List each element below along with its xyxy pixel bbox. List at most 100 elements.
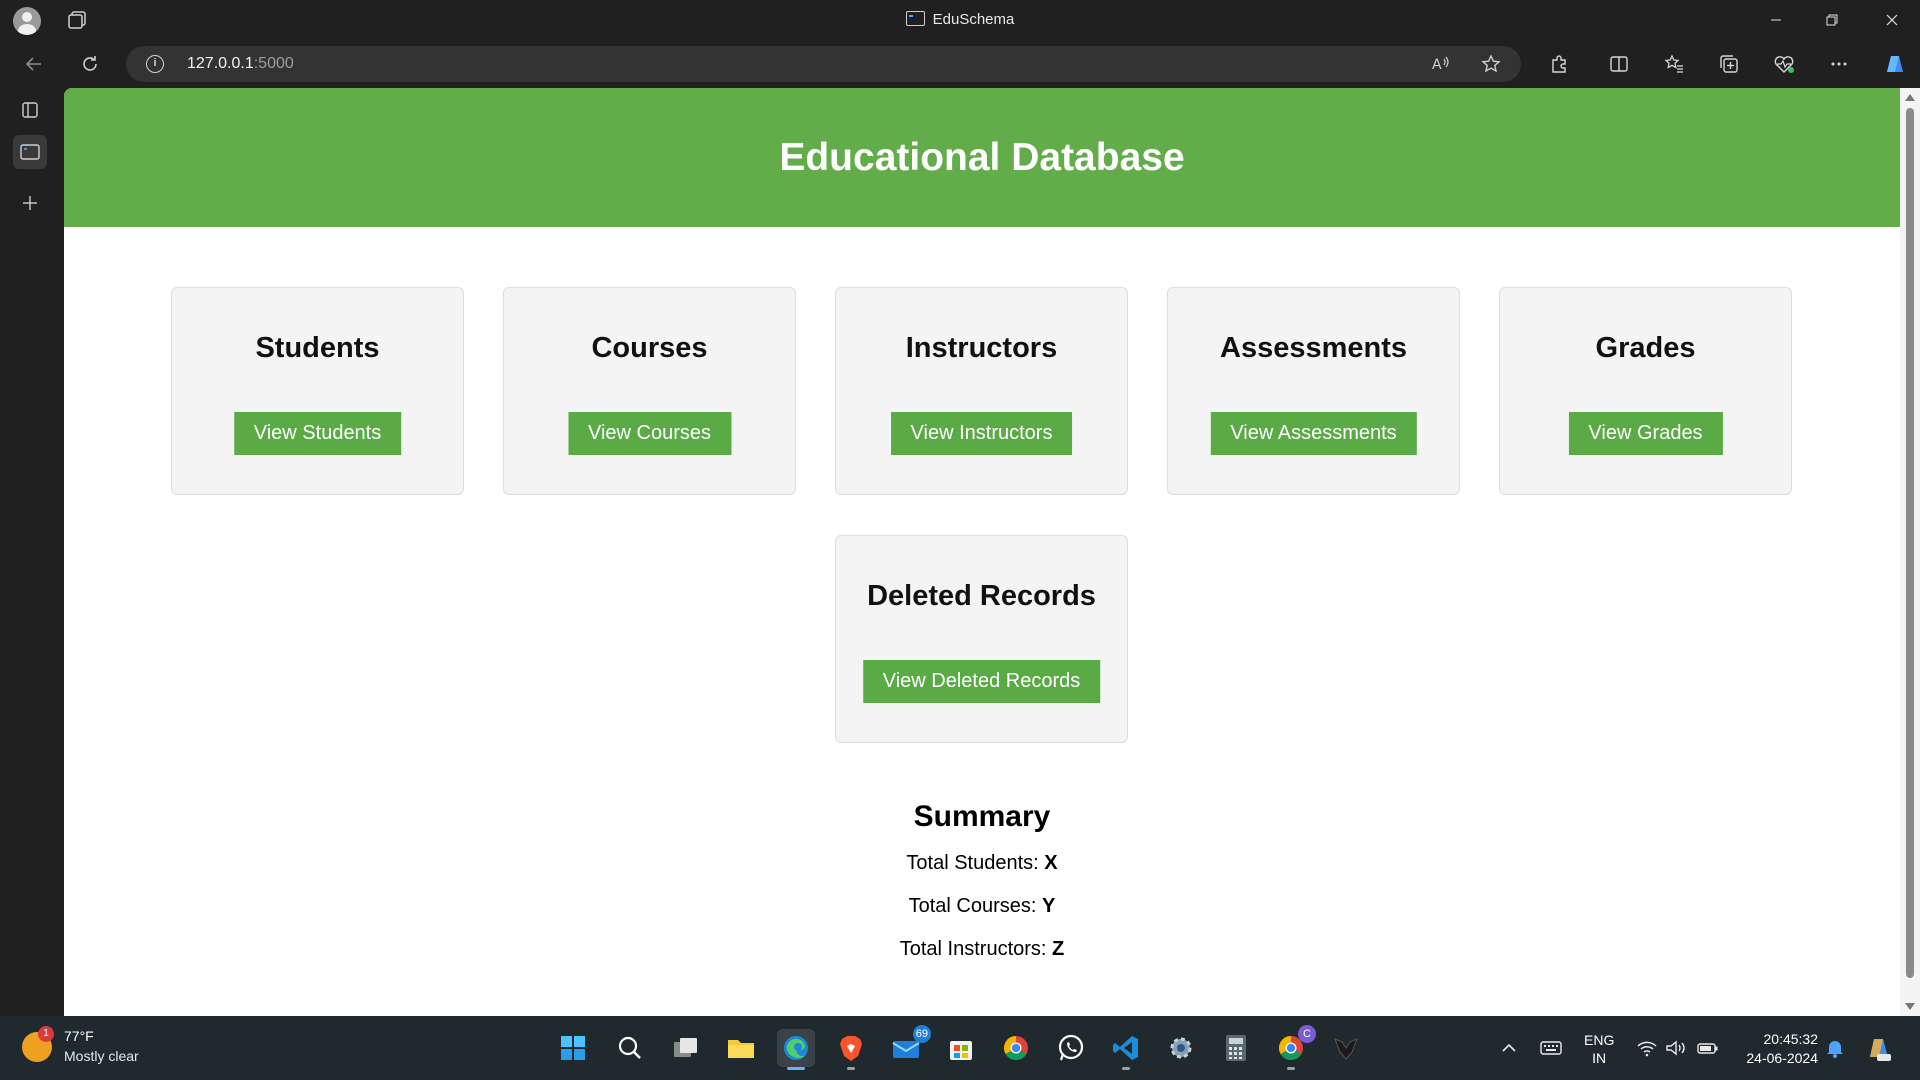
notifications-bell-icon[interactable] [1826,1016,1844,1080]
start-button[interactable] [554,1029,592,1067]
page-scrollbar[interactable] [1900,88,1920,1016]
microsoft-store-icon[interactable] [942,1029,980,1067]
battery-icon[interactable] [1697,1016,1719,1080]
edge-browser-icon[interactable] [777,1029,815,1070]
clock-time: 20:45:32 [1763,1031,1819,1047]
window-title-text: EduSchema [932,11,1015,28]
wifi-icon[interactable] [1636,1016,1658,1080]
windows-taskbar: 1 77°F Mostly clear 69 C ENG IN 20:45:32… [0,1016,1920,1080]
summary-label: Total Courses: [908,895,1043,917]
task-view-icon[interactable] [667,1029,705,1067]
window-title: EduSchema [0,11,1920,28]
view-deleted-records-button[interactable]: View Deleted Records [862,660,1101,703]
language-indicator[interactable]: ENG IN [1584,1031,1614,1067]
window-title-bar: EduSchema [0,0,1920,40]
url-host: 127.0.0.1 [187,55,254,72]
show-hidden-icons-button[interactable] [1500,1016,1518,1080]
summary-section: Summary Total Students: X Total Courses:… [64,800,1900,981]
vertical-tab-strip [0,88,64,1016]
card-grades: Grades View Grades [1499,287,1792,495]
system-clock[interactable]: 20:45:32 24-06-2024 [1746,1030,1818,1068]
url-text[interactable]: 127.0.0.1:5000 [187,55,294,73]
summary-row-instructors: Total Instructors: Z [64,938,1900,961]
weather-temperature: 77°F [64,1028,94,1044]
view-assessments-button[interactable]: View Assessments [1210,412,1417,455]
tab-eduschema[interactable] [13,135,47,169]
site-info-icon[interactable]: i [146,55,164,73]
card-assessments: Assessments View Assessments [1167,287,1460,495]
summary-label: Total Students: [906,852,1045,874]
close-window-button[interactable] [1864,0,1920,40]
new-tab-icon[interactable] [13,186,47,220]
card-students: Students View Students [171,287,464,495]
back-button[interactable] [20,50,48,78]
browser-toolbar: i 127.0.0.1:5000 A [0,40,1920,88]
scrollbar-thumb[interactable] [1906,108,1914,978]
chrome-icon[interactable] [997,1029,1035,1067]
card-courses: Courses View Courses [503,287,796,495]
scroll-down-arrow-icon[interactable] [1905,1003,1915,1010]
language-line: ENG [1584,1032,1615,1048]
mail-icon[interactable]: 69 [887,1025,931,1067]
view-instructors-button[interactable]: View Instructors [890,412,1073,455]
running-indicator [847,1067,855,1070]
view-grades-button[interactable]: View Grades [1568,412,1723,455]
search-icon[interactable] [611,1029,649,1067]
page-favicon-icon [905,11,925,26]
card-title: Instructors [905,332,1058,364]
copilot-icon[interactable] [1880,49,1910,79]
page-header: Educational Database [64,88,1900,227]
summary-value: Y [1042,895,1056,917]
tab-actions-icon[interactable] [13,93,47,127]
volume-icon[interactable] [1665,1016,1687,1080]
whatsapp-icon[interactable] [1052,1029,1090,1067]
card-title: Deleted Records [867,580,1096,612]
app-icon[interactable] [1327,1029,1365,1067]
chrome-profile-icon[interactable]: C [1272,1025,1316,1070]
settings-gear-icon[interactable] [1162,1029,1200,1067]
mail-unread-badge: 69 [912,1025,931,1043]
summary-value: Z [1052,938,1065,960]
refresh-button[interactable] [76,50,104,78]
card-title: Assessments [1220,332,1407,364]
running-indicator [1122,1067,1130,1070]
region-line: IN [1592,1050,1607,1066]
svg-text:A: A [1432,57,1442,73]
keyboard-icon[interactable] [1540,1016,1562,1080]
running-indicator [1287,1067,1295,1070]
split-screen-icon[interactable] [1607,52,1631,76]
url-port: :5000 [253,55,294,72]
view-students-button[interactable]: View Students [233,412,402,455]
summary-value: X [1044,852,1058,874]
active-indicator [787,1067,805,1070]
clock-date: 24-06-2024 [1746,1050,1818,1066]
scroll-up-arrow-icon[interactable] [1905,94,1915,101]
card-title: Students [255,332,380,364]
weather-condition: Mostly clear [64,1048,139,1064]
calculator-icon[interactable] [1217,1029,1255,1067]
chrome-profile-badge: C [1298,1025,1316,1043]
extensions-icon[interactable] [1547,52,1571,76]
copilot-taskbar-icon[interactable] [1864,1016,1894,1080]
file-explorer-icon[interactable] [722,1029,760,1067]
card-title: Courses [591,332,708,364]
more-options-icon[interactable] [1827,52,1851,76]
minimize-button[interactable] [1748,0,1804,40]
summary-label: Total Instructors: [899,938,1053,960]
page-title: Educational Database [779,135,1185,179]
weather-badge: 1 [38,1026,54,1042]
restore-button[interactable] [1804,0,1860,40]
card-instructors: Instructors View Instructors [835,287,1128,495]
address-bar[interactable]: i 127.0.0.1:5000 A [126,46,1521,82]
collections-icon[interactable] [1717,52,1741,76]
view-courses-button[interactable]: View Courses [567,412,732,455]
favorite-star-icon[interactable] [1481,54,1501,74]
read-aloud-icon[interactable]: A [1431,54,1451,74]
summary-row-courses: Total Courses: Y [64,895,1900,918]
favorites-icon[interactable] [1662,52,1686,76]
browser-essentials-icon[interactable] [1772,52,1796,76]
summary-row-students: Total Students: X [64,852,1900,875]
brave-browser-icon[interactable] [832,1029,870,1070]
vscode-icon[interactable] [1107,1029,1145,1070]
summary-title: Summary [913,800,1051,833]
